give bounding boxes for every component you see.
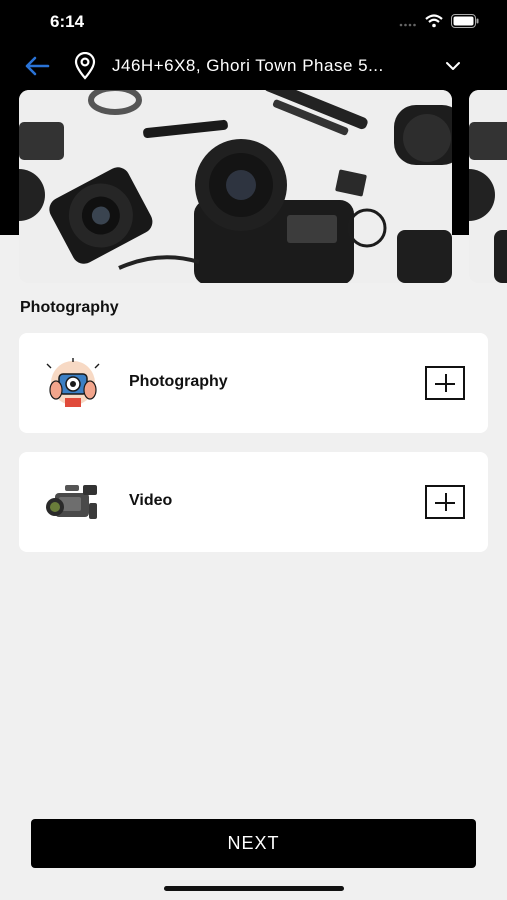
photographer-icon <box>46 358 100 407</box>
location-address[interactable]: J46H+6X8, Ghori Town Phase 5... <box>112 56 384 76</box>
service-card-video[interactable]: Video <box>19 452 488 552</box>
video-camera-icon <box>46 485 97 519</box>
next-button[interactable]: NEXT <box>31 819 476 868</box>
camera-gear-illustration <box>19 90 452 283</box>
service-label: Photography <box>129 373 228 390</box>
status-icons <box>399 14 479 28</box>
service-card-photography[interactable]: Photography <box>19 333 488 433</box>
location-bar: J46H+6X8, Ghori Town Phase 5... <box>0 48 507 84</box>
banner-image-camera-gear[interactable] <box>19 90 452 283</box>
banner-image-next[interactable] <box>469 90 507 283</box>
service-label: Video <box>129 492 173 509</box>
add-video-button[interactable] <box>425 485 465 519</box>
battery-icon <box>451 14 479 28</box>
section-title: Photography <box>20 299 119 316</box>
wifi-icon <box>425 14 443 28</box>
chevron-down-icon[interactable] <box>442 56 464 76</box>
camera-gear-illustration-next <box>469 90 507 283</box>
status-time: 6:14 <box>50 12 85 31</box>
status-bar: 6:14 <box>0 0 507 44</box>
back-arrow-icon[interactable] <box>22 54 52 78</box>
add-photography-button[interactable] <box>425 366 465 400</box>
home-indicator <box>164 886 344 891</box>
location-pin-icon <box>74 52 96 80</box>
signal-icon <box>399 23 416 27</box>
